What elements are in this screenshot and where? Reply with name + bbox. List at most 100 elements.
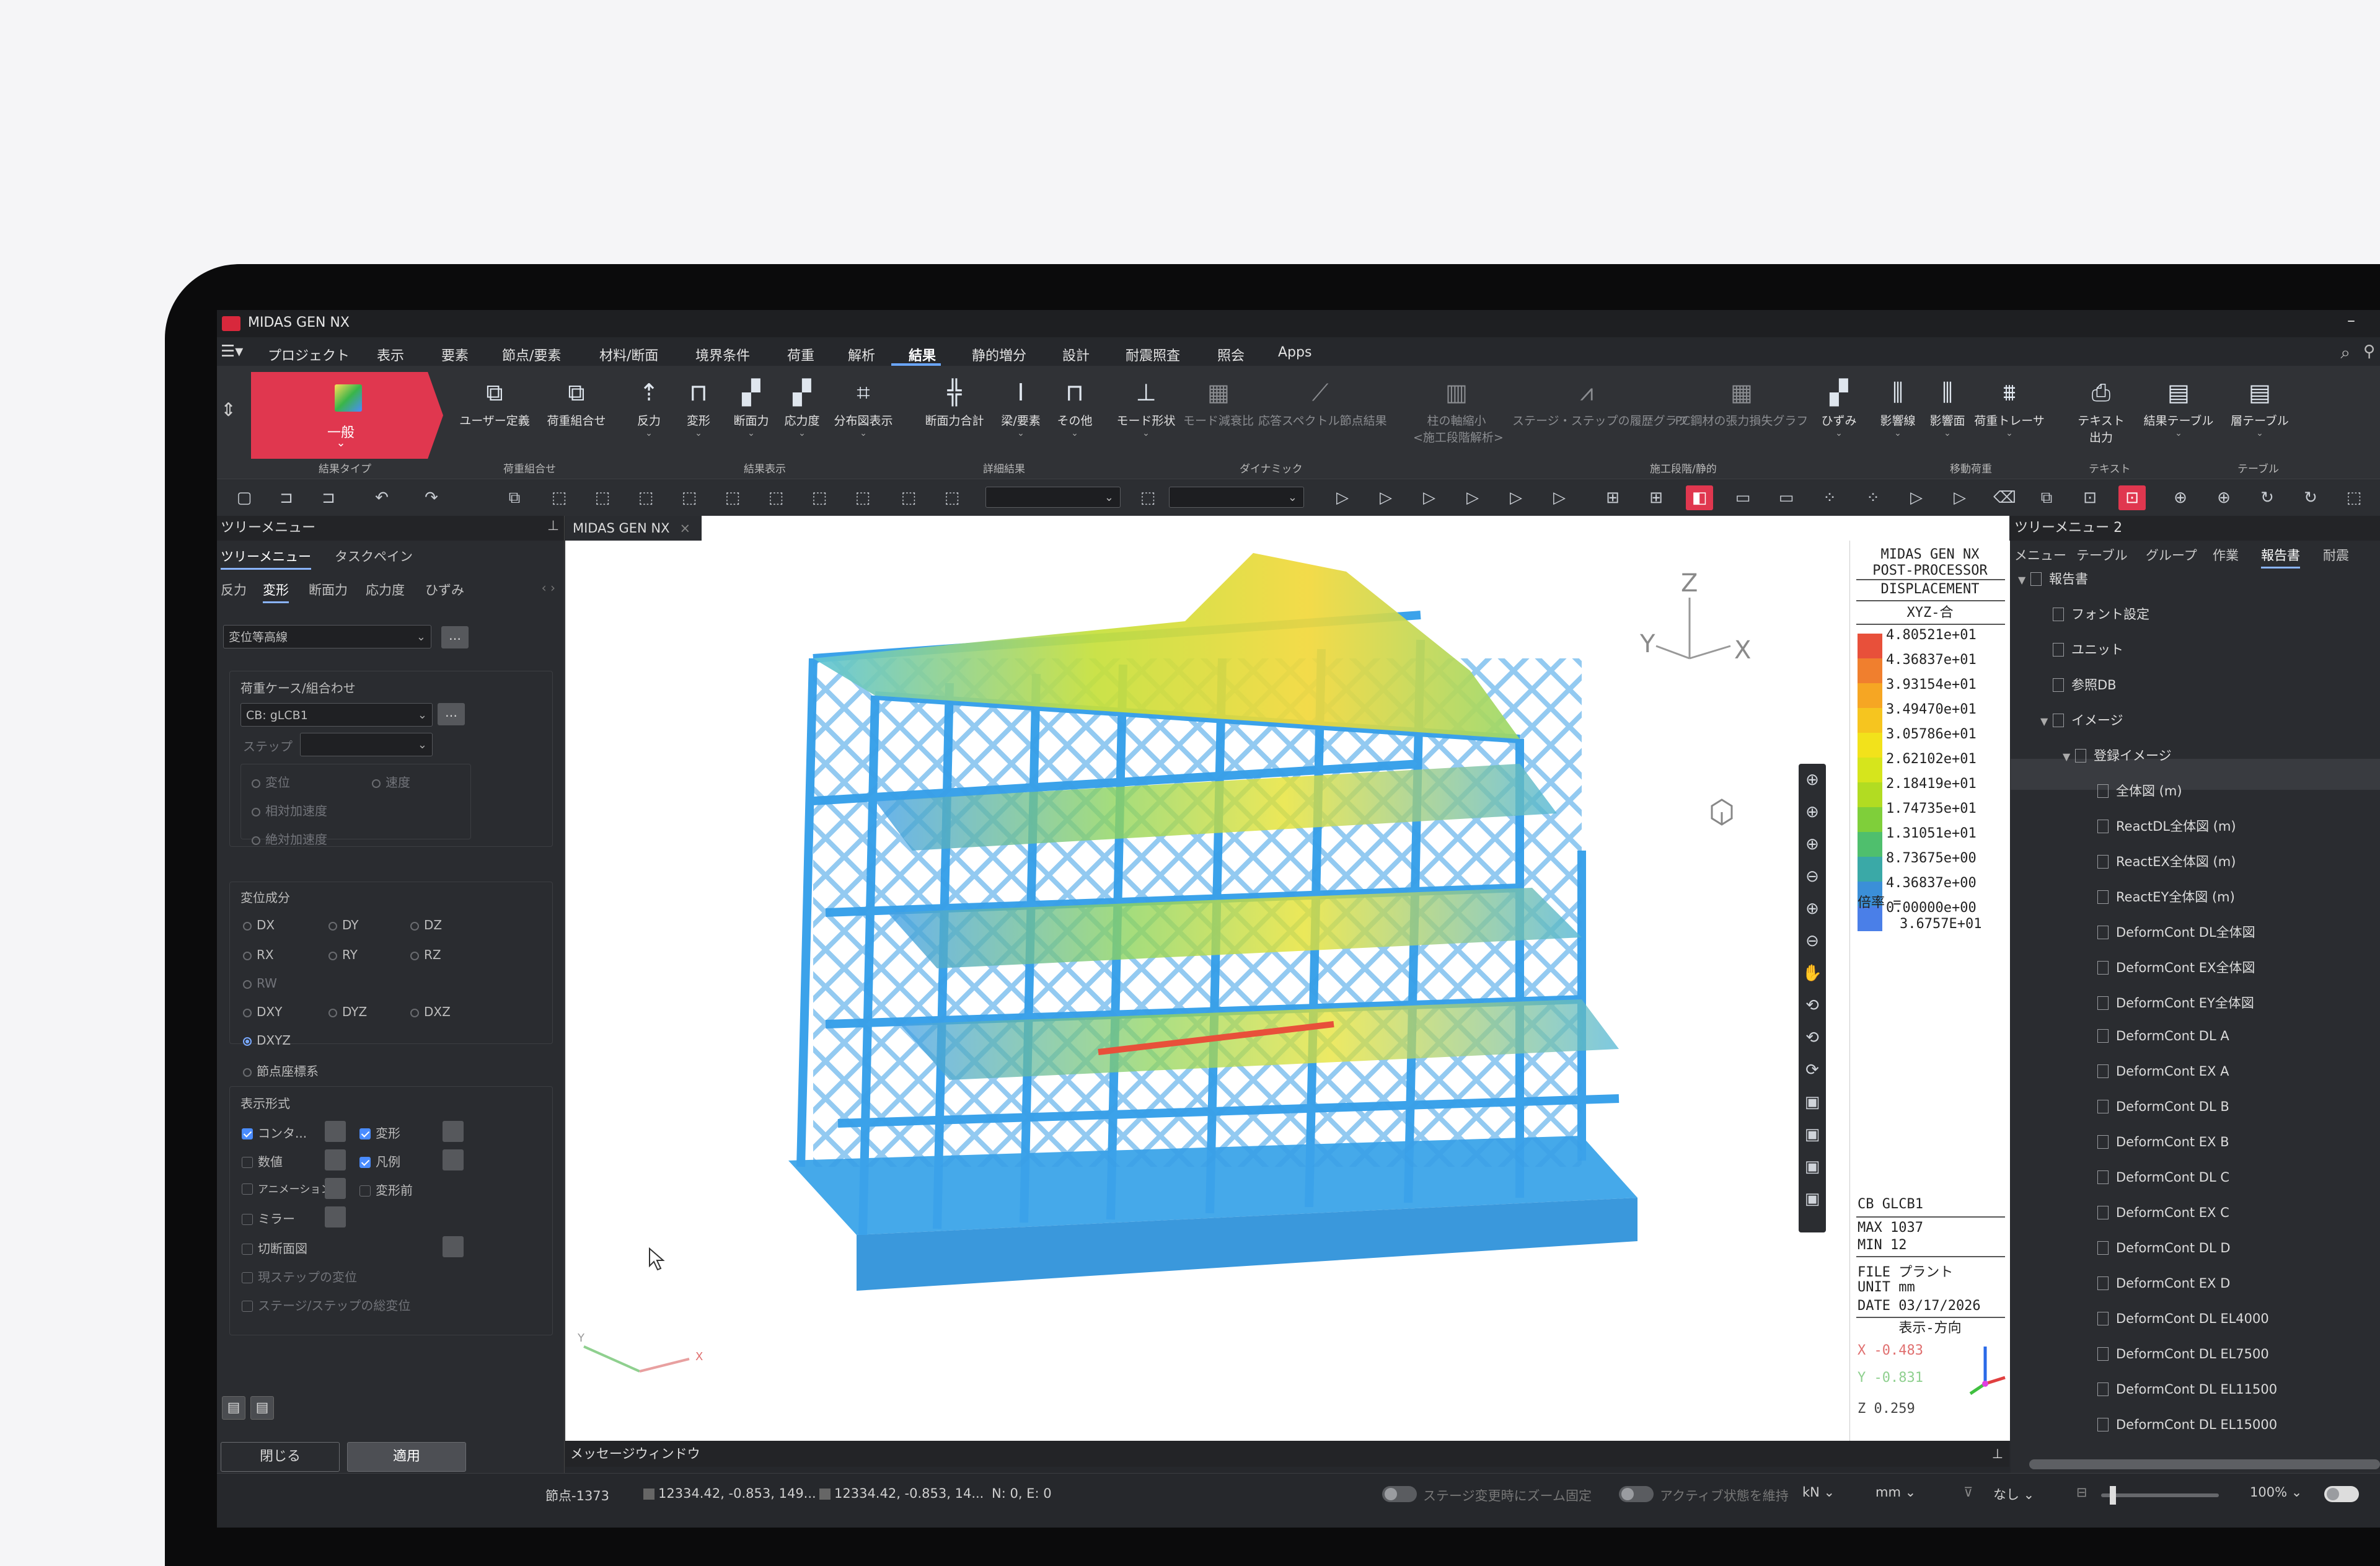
- component-dxyz[interactable]: DXYZ: [243, 1033, 291, 1048]
- tree-item[interactable]: DeformCont DL EL11500: [2085, 1382, 2277, 1397]
- redo-icon[interactable]: ↷: [421, 488, 441, 508]
- view-front-icon[interactable]: ▣: [1799, 1086, 1826, 1118]
- select-all-icon[interactable]: ⬚: [809, 488, 829, 508]
- tree-item[interactable]: DeformCont EX B: [2085, 1135, 2229, 1149]
- select-polygon-icon[interactable]: ⬚: [636, 488, 656, 508]
- option-velocity[interactable]: 速度: [372, 772, 410, 790]
- activate-all-icon[interactable]: ▷: [1419, 488, 1439, 508]
- component-rw[interactable]: RW: [243, 976, 277, 991]
- monitor-alt-icon[interactable]: ▭: [1776, 488, 1796, 508]
- menu-static-incremental[interactable]: 静的増分: [972, 345, 1026, 365]
- undo-icon[interactable]: ↶: [372, 488, 392, 508]
- tab-menu[interactable]: メニュー: [2014, 546, 2066, 564]
- distribution-display-button[interactable]: ⌗ 分布図表示 ⌄: [829, 372, 897, 459]
- deformed-options-button[interactable]: [443, 1121, 464, 1142]
- component-dxy[interactable]: DXY: [243, 1004, 282, 1019]
- tree-twisty-icon[interactable]: ▼: [2063, 751, 2075, 763]
- view-side-icon[interactable]: ▣: [1799, 1151, 1826, 1183]
- strain-button[interactable]: ▞ ひずみ ⌄: [1817, 372, 1861, 459]
- export-icon[interactable]: ▤: [222, 1396, 245, 1420]
- close-button[interactable]: 閉じる: [221, 1442, 340, 1472]
- view-cube-icon[interactable]: [1711, 798, 1733, 826]
- cutting-plane-checkbox[interactable]: 切断面図: [242, 1239, 307, 1257]
- tree-item[interactable]: DeformCont EX C: [2085, 1205, 2229, 1220]
- menu-node-element[interactable]: 節点/要素: [502, 345, 561, 365]
- node-number-icon[interactable]: ⁘: [1863, 488, 1883, 508]
- contour-options-button[interactable]: [325, 1121, 346, 1142]
- text-output-button[interactable]: ⎙ テキスト 出力: [2076, 372, 2126, 459]
- inverse-icon[interactable]: ▷: [1463, 488, 1483, 508]
- option-displacement[interactable]: 変位: [252, 772, 290, 790]
- tree-item[interactable]: 全体図 (m): [2085, 781, 2182, 800]
- refresh-icon[interactable]: ↻: [2301, 488, 2320, 508]
- tree-item[interactable]: DeformCont EX全体図: [2085, 958, 2255, 976]
- influence-surface-button[interactable]: ⫼ 影響面 ⌄: [1923, 372, 1972, 459]
- inactivate-icon[interactable]: ▷: [1376, 488, 1396, 508]
- tab-seismic[interactable]: 耐震: [2323, 546, 2349, 564]
- zoom-dynamic-icon[interactable]: ⊕: [1799, 828, 1826, 860]
- tab-task-pane[interactable]: タスクペイン: [335, 547, 413, 565]
- select-plane-icon[interactable]: ⬚: [723, 488, 743, 508]
- rotate-icon[interactable]: ↻: [2257, 488, 2277, 508]
- beam-element-button[interactable]: I 梁/要素 ⌄: [993, 372, 1049, 459]
- select-intersect-icon[interactable]: ⬚: [679, 488, 699, 508]
- lock-icon[interactable]: ⊡: [2080, 488, 2100, 508]
- mirror-checkbox[interactable]: ミラー: [242, 1209, 295, 1227]
- none-select[interactable]: なし ⌄: [1993, 1485, 2034, 1505]
- activate-identity-icon[interactable]: ▷: [1549, 488, 1569, 508]
- tree-twisty-icon[interactable]: ▼: [2040, 715, 2053, 727]
- load-case-options-button[interactable]: …: [438, 703, 465, 725]
- tree-item[interactable]: フォント設定: [2040, 604, 2149, 623]
- component-dz[interactable]: DZ: [410, 918, 442, 932]
- modal-damping-button[interactable]: ▦ モード減衰比: [1181, 372, 1256, 459]
- subtab-stress[interactable]: 応力度: [366, 580, 405, 599]
- tree-item[interactable]: DeformCont DL EL15000: [2085, 1417, 2277, 1432]
- contour-checkbox[interactable]: コンタ...: [242, 1123, 307, 1141]
- menu-analysis[interactable]: 解析: [848, 345, 875, 365]
- tree-item[interactable]: DeformCont EX D: [2085, 1276, 2230, 1291]
- open-folder-icon[interactable]: ⊐: [276, 488, 296, 508]
- zoom-window-icon[interactable]: ⊕: [1799, 796, 1826, 828]
- selection-combo-2[interactable]: ⌄: [1169, 487, 1304, 508]
- select-icon[interactable]: ⬚: [549, 488, 569, 508]
- influence-line-button[interactable]: ⫼ 影響線 ⌄: [1873, 372, 1923, 459]
- load-tracer-button[interactable]: ⩩ 荷重トレーサ ⌄: [1972, 372, 2047, 459]
- key-icon[interactable]: ⚲: [2363, 342, 2375, 361]
- component-dy[interactable]: DY: [328, 918, 359, 932]
- zoom-slider-knob[interactable]: [2110, 1486, 2116, 1505]
- select-previous-icon[interactable]: ⬚: [853, 488, 873, 508]
- message-window-bar[interactable]: メッセージウィンドウ ⊥: [565, 1441, 2009, 1467]
- cutting-plane-options-button[interactable]: [443, 1236, 464, 1257]
- play-icon[interactable]: ▷: [1906, 488, 1926, 508]
- subtab-strain[interactable]: ひずみ: [425, 580, 464, 599]
- subtab-member-force[interactable]: 断面力: [309, 580, 348, 599]
- member-force-button[interactable]: ▞ 断面力 ⌄: [726, 372, 776, 459]
- node-icon[interactable]: ⁘: [1820, 488, 1840, 508]
- rotate-right-icon[interactable]: ⟳: [1799, 1054, 1826, 1086]
- table-view-icon[interactable]: ⊞: [1646, 488, 1666, 508]
- mode-shape-button[interactable]: ⊥ モード形状 ⌄: [1112, 372, 1180, 459]
- rotate-view-icon[interactable]: ⟲: [1799, 989, 1826, 1022]
- section-force-sum-button[interactable]: ╬ 断面力合計: [917, 372, 992, 459]
- total-step-disp-checkbox[interactable]: ステージ/ステップの総変位: [242, 1296, 410, 1314]
- rotate-left-icon[interactable]: ⟲: [1799, 1022, 1826, 1054]
- stage-history-graph-button[interactable]: ⩘ ステージ・ステップの履歴グラフ: [1512, 372, 1689, 459]
- group-icon[interactable]: ⧉: [2037, 488, 2056, 508]
- tree-item[interactable]: DeformCont DL全体図: [2085, 922, 2255, 941]
- select-volume-icon[interactable]: ⬚: [766, 488, 786, 508]
- column-shortening-button[interactable]: ▥ 柱の軸縮小 <施工段階解析>: [1413, 372, 1504, 459]
- minimize-icon[interactable]: –: [2347, 311, 2355, 330]
- copy-icon[interactable]: ⧉: [505, 488, 524, 508]
- tree-item[interactable]: DeformCont DL B: [2085, 1099, 2229, 1114]
- horizontal-scrollbar[interactable]: [2029, 1459, 2380, 1469]
- tree-item[interactable]: ReactEX全体図 (m): [2085, 852, 2236, 870]
- apply-button[interactable]: 適用: [347, 1442, 466, 1472]
- filter-icon[interactable]: ⬚: [1138, 488, 1158, 508]
- story-table-button[interactable]: ▤ 層テーブル ⌄: [2223, 372, 2297, 459]
- display-toggle[interactable]: [2324, 1486, 2359, 1502]
- grid-view-icon[interactable]: ⊞: [1603, 488, 1623, 508]
- stress-button[interactable]: ▞ 応力度 ⌄: [777, 372, 827, 459]
- display-mode-select[interactable]: 変位等高線 ⌄: [223, 625, 431, 648]
- view-iso-icon[interactable]: ▣: [1799, 1183, 1826, 1215]
- pin-icon[interactable]: ⊥: [547, 518, 559, 534]
